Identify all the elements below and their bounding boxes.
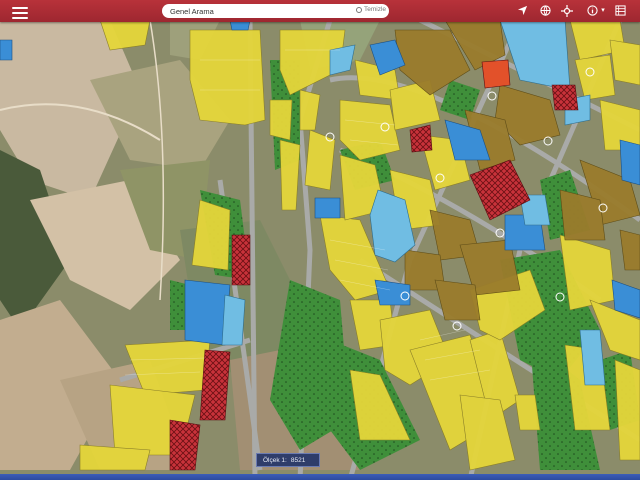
bottom-bar bbox=[0, 474, 640, 480]
caret-down-icon[interactable]: ▾ bbox=[599, 3, 607, 19]
location-arrow-icon[interactable] bbox=[514, 3, 530, 19]
scale-value: 8521 bbox=[290, 457, 306, 464]
menu-icon[interactable] bbox=[12, 4, 28, 19]
search-box[interactable]: Temizle bbox=[162, 4, 389, 18]
clear-radio-icon[interactable] bbox=[356, 7, 362, 13]
scale-label: Ölçek 1: bbox=[263, 457, 287, 464]
top-toolbar: Temizle ▾ bbox=[0, 0, 640, 22]
info-icon[interactable] bbox=[584, 3, 600, 19]
scale-indicator: Ölçek 1: 8521 bbox=[256, 453, 320, 467]
crosshair-icon[interactable] bbox=[559, 3, 575, 19]
clear-label[interactable]: Temizle bbox=[364, 6, 386, 13]
search-input[interactable] bbox=[170, 4, 352, 18]
globe-icon[interactable] bbox=[537, 3, 553, 19]
layers-list-icon[interactable] bbox=[612, 3, 628, 19]
zoning-map[interactable] bbox=[0, 0, 640, 480]
